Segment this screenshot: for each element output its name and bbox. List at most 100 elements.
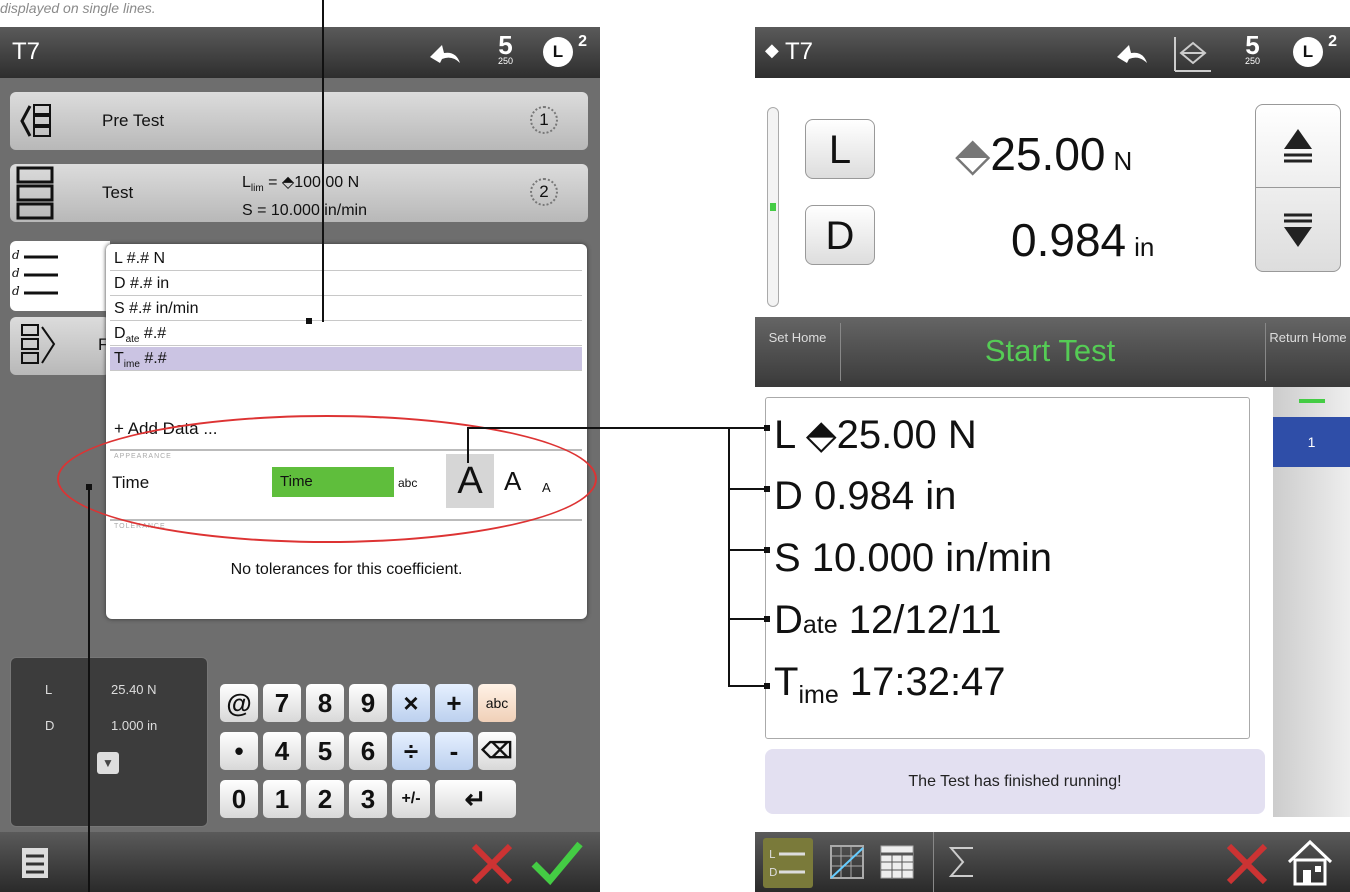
key-7[interactable]: 7 (263, 684, 301, 722)
step-label: Pre Test (102, 111, 165, 130)
date-value: 12/12/11 (837, 598, 1002, 642)
speed-param: S = 10.000 in/min (242, 202, 367, 220)
key-abc[interactable]: abc (478, 684, 516, 722)
highlight-oval (57, 415, 597, 543)
data-line-load[interactable]: L #.# N (110, 247, 582, 271)
key-3[interactable]: 3 (349, 780, 387, 818)
expand-readout-icon[interactable]: ▼ (97, 752, 119, 774)
no-tolerance-message: No tolerances for this coefficient. (230, 561, 463, 578)
key-8[interactable]: 8 (306, 684, 344, 722)
jog-down-button[interactable] (1256, 189, 1340, 272)
start-test-button[interactable]: Start Test (915, 333, 1185, 369)
displacement-zero-button[interactable]: D (805, 205, 875, 265)
jog-buttons (1255, 104, 1341, 272)
key-2[interactable]: 2 (306, 780, 344, 818)
step-parameters: Llim = ⬘100.00 N S = 10.000 in/min (242, 172, 367, 222)
undo-icon[interactable] (1115, 41, 1149, 65)
key-multiply[interactable]: × (392, 684, 430, 722)
key-9[interactable]: 9 (349, 684, 387, 722)
key-sign[interactable]: +/- (392, 780, 430, 818)
pre-test-icon (20, 104, 51, 137)
status-message: The Test has finished running! (765, 749, 1265, 814)
step-label: Test (102, 183, 134, 202)
load-cell-badge[interactable]: L 2 (543, 33, 587, 67)
step-number: 2 (530, 178, 558, 206)
data-lines-icon: ddd (12, 248, 58, 298)
steps-list-icon[interactable] (18, 844, 52, 882)
key-4[interactable]: 4 (263, 732, 301, 770)
key-decimal[interactable]: • (220, 732, 258, 770)
load-value-display: ⬘25.00 N (955, 127, 1132, 181)
display-line-displacement: D 0.984 in (774, 474, 957, 518)
load-cell-letter: L (552, 42, 564, 61)
load-cell-badge[interactable]: L 2 (1293, 33, 1337, 67)
step-test[interactable]: Test Llim = ⬘100.00 N S = 10.000 in/min … (10, 164, 588, 222)
home-icon[interactable] (1285, 838, 1335, 888)
display-line-speed: S 10.000 in/min (774, 536, 1052, 580)
title-bar: T7 ◆ 5 250 L 2 (755, 27, 1350, 78)
key-backspace[interactable]: ⌫ (478, 732, 516, 770)
limit-value: = ⬘100.00 N (263, 174, 360, 191)
key-1[interactable]: 1 (263, 780, 301, 818)
key-plus[interactable]: + (435, 684, 473, 722)
finish-icon (21, 324, 56, 364)
direction-icon: ⬘ (955, 128, 991, 180)
date-sub: ate (125, 334, 140, 346)
table-view-icon[interactable] (879, 844, 915, 880)
date-letter: D (114, 325, 126, 342)
svg-text:D: D (769, 866, 777, 879)
confirm-check-icon[interactable] (530, 840, 584, 886)
limit-letter: L (242, 174, 251, 191)
data-line-time[interactable]: Time #.# (110, 347, 582, 371)
disp-value: 0.984 (1011, 214, 1127, 266)
step-finish[interactable]: F (10, 317, 110, 375)
data-display: L ⬘25.00 N D 0.984 in S 10.000 in/min Da… (765, 397, 1250, 739)
data-lines-icon: LD (769, 848, 805, 879)
page-tab-1[interactable]: 1 (1273, 417, 1350, 467)
jog-down-icon (1284, 213, 1312, 247)
speed-indicator: 5 250 (498, 32, 514, 66)
key-6[interactable]: 6 (349, 732, 387, 770)
time-letter: T (114, 350, 124, 367)
key-0[interactable]: 0 (220, 780, 258, 818)
bottom-bar: LD (755, 832, 1350, 892)
jog-up-button[interactable] (1256, 105, 1340, 188)
data-line-displacement[interactable]: D #.# in (110, 272, 582, 296)
display-line-date: Date 12/12/11 (774, 598, 1002, 643)
test-type-icon: ◆ (765, 40, 779, 60)
load-unit: N (1113, 146, 1133, 176)
date-format: #.# (139, 325, 167, 342)
statistics-sigma-icon[interactable] (947, 844, 979, 880)
cancel-icon[interactable] (470, 842, 514, 886)
step-number: 1 (530, 106, 558, 134)
load-zero-button[interactable]: L (805, 119, 875, 179)
return-home-button[interactable]: Return Home (1265, 323, 1350, 381)
set-home-button[interactable]: Set Home (755, 323, 841, 381)
speed-sub: 250 (498, 56, 514, 66)
readout-d-value: 1.000 in (111, 718, 158, 733)
key-enter[interactable]: ↵ (435, 780, 516, 818)
data-view-tab[interactable]: LD (763, 838, 813, 888)
svg-text:L: L (769, 848, 776, 861)
time-format: #.# (139, 350, 167, 367)
slider-marker (770, 203, 776, 211)
step-pre-test[interactable]: Pre Test 1 (10, 92, 588, 150)
window-title: T7 (785, 38, 814, 65)
data-line-speed[interactable]: S #.# in/min (110, 297, 582, 321)
data-line-date[interactable]: Date #.# (110, 322, 582, 346)
key-at[interactable]: @ (220, 684, 258, 722)
speed-indicator: 5 250 (1245, 32, 1260, 66)
undo-icon[interactable] (428, 41, 462, 65)
bottom-bar (0, 832, 600, 892)
key-5[interactable]: 5 (306, 732, 344, 770)
time-letter: T (774, 660, 799, 704)
step-display[interactable]: ddd (10, 241, 110, 311)
cancel-icon[interactable] (1225, 842, 1269, 886)
position-slider[interactable] (767, 107, 779, 307)
live-readout: L 25.40 N D 1.000 in ▼ (10, 657, 208, 827)
fixture-icon[interactable] (1171, 35, 1213, 73)
key-divide[interactable]: ÷ (392, 732, 430, 770)
key-minus[interactable]: - (435, 732, 473, 770)
window-title: T7 (12, 38, 41, 65)
graph-view-icon[interactable] (829, 844, 865, 880)
